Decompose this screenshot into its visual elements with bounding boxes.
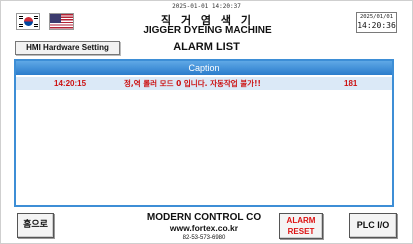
alarm-list-panel[interactable]: Caption 14:20:15 정,역 롤러 모드 0 입니다. 자동작업 불…	[14, 59, 394, 207]
time-display: 14:20:36	[357, 21, 396, 30]
page-title: ALARM LIST	[173, 41, 240, 53]
alarm-row[interactable]: 14:20:15 정,역 롤러 모드 0 입니다. 자동작업 불가!! 181	[16, 77, 392, 90]
datetime-display: 2025/01/01 14:20:36	[356, 12, 397, 33]
alarm-time: 14:20:15	[54, 79, 87, 88]
alarm-reset-button[interactable]: ALARM RESET	[279, 213, 323, 239]
system-timestamp: 2025-01-01 14:20:37	[172, 3, 241, 10]
plc-io-button[interactable]: PLC I/O	[349, 213, 397, 238]
hmi-screen: 2025-01-01 14:20:37 직 거 염 색 기 JIGGER DYE…	[0, 0, 413, 244]
company-name: MODERN CONTROL CO	[146, 212, 262, 223]
alarm-message: 정,역 롤러 모드 0 입니다. 자동작업 불가!!	[124, 79, 261, 88]
alarm-reset-label-line2: RESET	[287, 227, 315, 236]
home-button[interactable]: 홈으로	[17, 213, 54, 238]
company-url: www.fortex.co.kr	[169, 223, 239, 233]
alarm-code: 181	[344, 79, 358, 88]
header: 직 거 염 색 기 JIGGER DYEING MACHINE 2025/01/…	[1, 11, 413, 37]
date-display: 2025/01/01	[359, 14, 394, 20]
alarm-reset-label-line1: ALARM	[286, 216, 316, 225]
alarm-list-caption: Caption	[16, 61, 392, 75]
company-phone: 82-53-573-6980	[182, 235, 226, 241]
machine-title-english: JIGGER DYEING MACHINE	[143, 25, 272, 36]
